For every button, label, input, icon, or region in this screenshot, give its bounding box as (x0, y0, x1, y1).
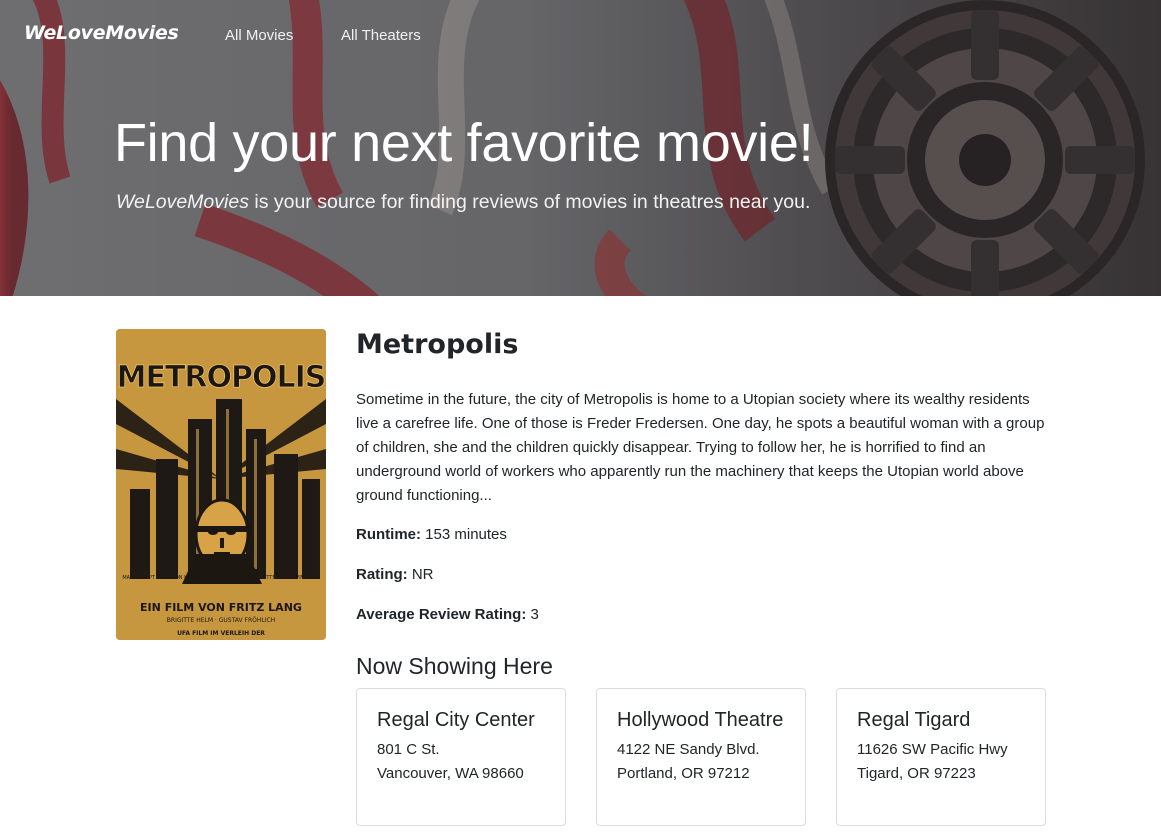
theater-city: Portland, OR 97212 (617, 765, 750, 782)
brand-logo-link[interactable]: WeLoveMovies (24, 22, 179, 44)
runtime-label: Runtime: (356, 526, 421, 543)
nav-link-all-movies[interactable]: All Movies (225, 27, 293, 44)
theater-name: Regal City Center (377, 709, 535, 731)
svg-text:UFA FILM IM VERLEIH DER: UFA FILM IM VERLEIH DER (177, 630, 265, 637)
theater-address: 11626 SW Pacific Hwy Tigard, OR 97223 (857, 738, 1045, 786)
theater-card[interactable]: Hollywood Theatre 4122 NE Sandy Blvd. Po… (596, 688, 806, 826)
hero-subtitle: WeLoveMovies is your source for finding … (116, 191, 810, 214)
hero-subtitle-text: is your source for finding reviews of mo… (248, 191, 811, 213)
average-rating-value: 3 (526, 606, 539, 623)
svg-text:MANUSKRIPT THEA VON HARBOU: MANUSKRIPT THEA VON HARBOU (122, 575, 206, 581)
theater-name: Regal Tigard (857, 709, 971, 731)
average-rating-label: Average Review Rating: (356, 606, 527, 623)
theater-street: 801 C St. (377, 741, 440, 758)
svg-text:BRIGITTE HELM · GUSTAV FRÖHLIC: BRIGITTE HELM · GUSTAV FRÖHLICH (167, 617, 275, 624)
theater-city: Vancouver, WA 98660 (377, 765, 524, 782)
metropolis-poster-image: METROPOLIS METROPOLIS MANUSKRIPT THEA VO… (116, 329, 326, 640)
svg-text:EIN FILM VON FRITZ LANG: EIN FILM VON FRITZ LANG (140, 601, 302, 614)
rating-label: Rating: (356, 566, 408, 583)
theater-address: 4122 NE Sandy Blvd. Portland, OR 97212 (617, 738, 805, 786)
svg-text:METROPOLIS: METROPOLIS (117, 360, 326, 395)
theater-address: 801 C St. Vancouver, WA 98660 (377, 738, 565, 786)
top-navbar: WeLoveMovies All Movies All Theaters (0, 0, 1161, 72)
rating-value: NR (407, 566, 434, 583)
hero-title: Find your next favorite movie! (114, 113, 814, 173)
movie-title: Metropolis (356, 329, 519, 360)
svg-text:MUSIK GOTTFRIED HUPPERTZ: MUSIK GOTTFRIED HUPPERTZ (241, 575, 316, 581)
runtime-detail: Runtime: 153 minutes (356, 526, 507, 543)
movie-poster: METROPOLIS METROPOLIS MANUSKRIPT THEA VO… (116, 329, 326, 640)
theater-city: Tigard, OR 97223 (857, 765, 976, 782)
hero-subtitle-brand: WeLoveMovies (116, 191, 249, 213)
hero-banner: WeLoveMovies All Movies All Theaters Fin… (0, 0, 1161, 296)
theater-street: 11626 SW Pacific Hwy (857, 741, 1008, 758)
movie-description: Sometime in the future, the city of Metr… (356, 391, 1045, 504)
average-rating-detail: Average Review Rating: 3 (356, 606, 539, 623)
runtime-value: 153 minutes (421, 526, 507, 543)
theater-card[interactable]: Regal City Center 801 C St. Vancouver, W… (356, 688, 566, 826)
theater-card[interactable]: Regal Tigard 11626 SW Pacific Hwy Tigard… (836, 688, 1046, 826)
nav-link-all-theaters[interactable]: All Theaters (341, 27, 421, 44)
rating-detail: Rating: NR (356, 566, 434, 583)
theater-street: 4122 NE Sandy Blvd. (617, 741, 760, 758)
theater-name: Hollywood Theatre (617, 709, 784, 731)
now-showing-heading: Now Showing Here (356, 653, 553, 679)
